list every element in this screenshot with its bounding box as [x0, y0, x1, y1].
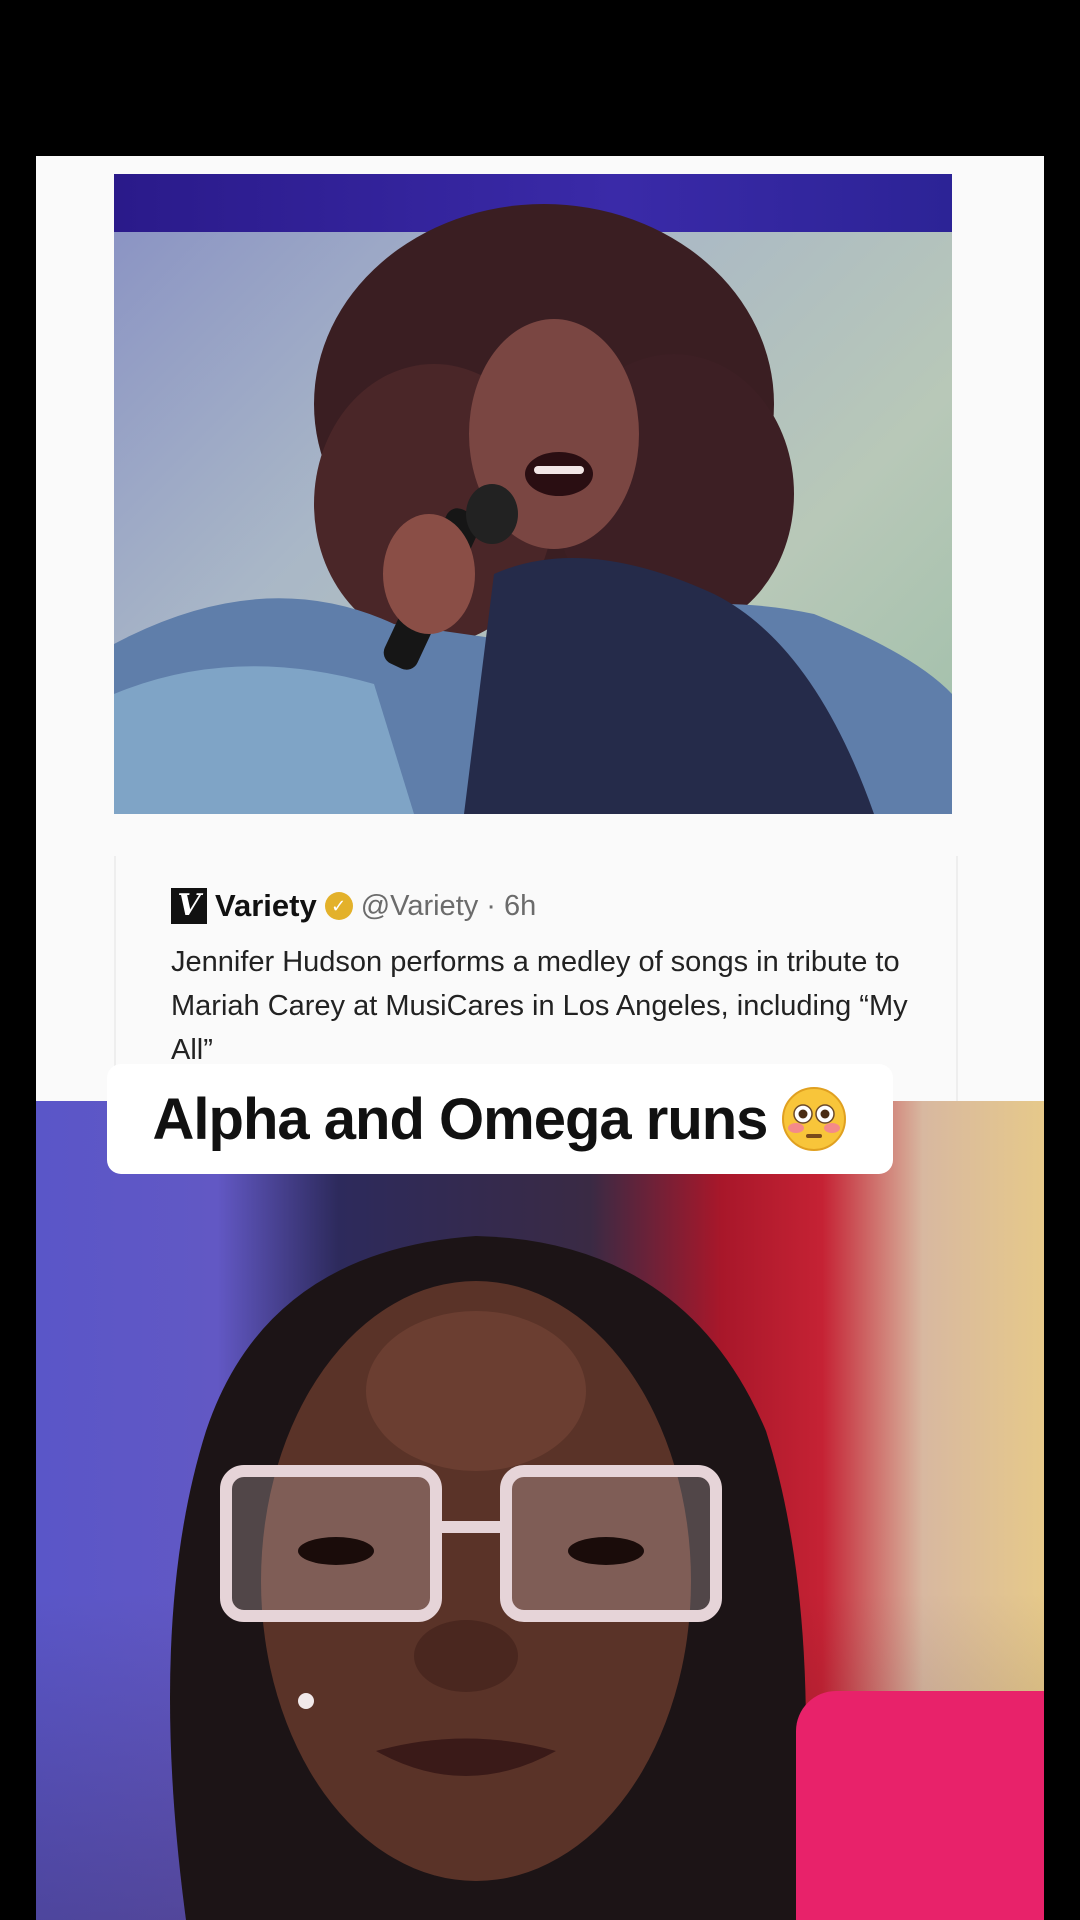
video-frame[interactable]: V Variety ✓ @Variety · 6h Jennifer Hudso…	[36, 156, 1044, 1920]
singer-photo	[114, 204, 952, 814]
tweet-account-name[interactable]: Variety	[215, 888, 317, 924]
flushed-face-emoji-icon	[781, 1086, 847, 1152]
pink-shirt	[796, 1691, 1044, 1920]
caption-text: Alpha and Omega runs	[152, 1086, 769, 1152]
caption-overlay: Alpha and Omega runs	[107, 1064, 893, 1174]
tweet-text: Jennifer Hudson performs a medley of son…	[171, 946, 908, 1066]
reaction-video	[36, 1101, 1044, 1920]
tweet-header: V Variety ✓ @Variety · 6h	[171, 884, 536, 928]
tweet-media-image	[114, 174, 952, 814]
variety-logo-icon: V	[171, 888, 207, 924]
tweet-handle-time: @Variety · 6h	[360, 889, 537, 922]
tweet-screenshot-card: V Variety ✓ @Variety · 6h Jennifer Hudso…	[36, 156, 1044, 1101]
verified-badge-icon: ✓	[324, 892, 353, 920]
